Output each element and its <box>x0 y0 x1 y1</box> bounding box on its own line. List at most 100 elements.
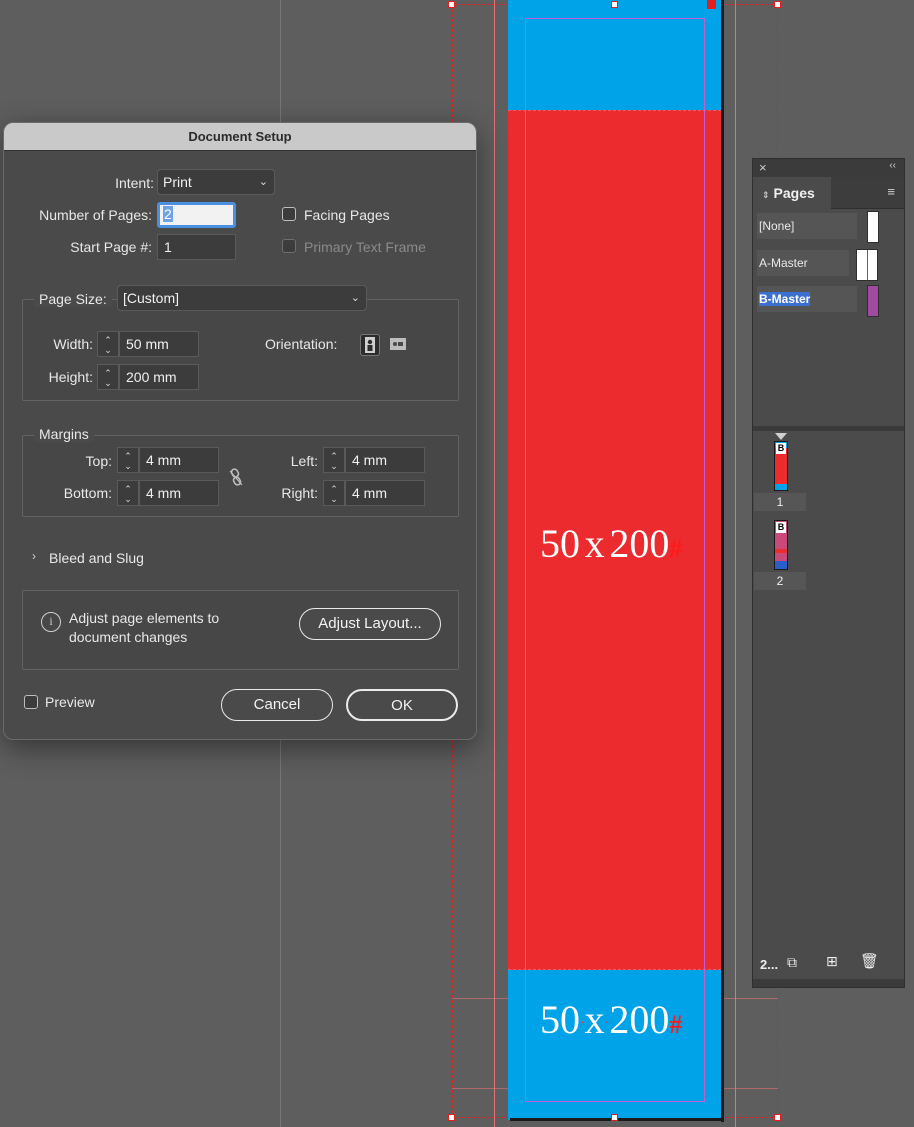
margin-bottom-field[interactable]: 4 mm <box>139 480 219 506</box>
margin-right-value: 4 mm <box>352 485 387 501</box>
text-number-50: 50 <box>540 997 580 1042</box>
portrait-orientation-icon[interactable] <box>360 334 380 356</box>
panel-divider[interactable] <box>753 426 904 431</box>
resize-handle-bl[interactable] <box>448 1114 455 1121</box>
dialog-title: Document Setup <box>4 123 476 151</box>
orientation-label: Orientation: <box>265 336 338 352</box>
adjust-layout-button[interactable]: Adjust Layout... <box>299 608 441 640</box>
bleed-guide-right <box>735 0 736 1127</box>
page-size-select[interactable]: [Custom] ⌄ <box>117 285 367 311</box>
margin-top-value: 4 mm <box>146 452 181 468</box>
resize-handle-tl[interactable] <box>448 1 455 8</box>
text-x: x <box>584 521 605 566</box>
width-stepper[interactable]: ⌃ ⌄ <box>97 331 119 357</box>
text-number-200: 200 <box>609 521 670 566</box>
num-pages-field[interactable]: 2 <box>157 202 236 228</box>
master-item-a[interactable]: A-Master <box>757 250 849 276</box>
resize-handle-tc[interactable] <box>611 1 618 8</box>
panel-tab-row: ⇕ Pages ≡ <box>753 177 904 210</box>
chain-link-icon[interactable] <box>228 467 244 492</box>
chevron-right-icon[interactable]: › <box>32 549 36 563</box>
intent-value: Print <box>163 174 192 190</box>
page-text-bottom[interactable]: 50·x·200# <box>540 996 682 1043</box>
margin-bottom-stepper[interactable]: ⌃ ⌄ <box>117 480 139 506</box>
panel-topbar: × ‹‹ <box>753 159 904 177</box>
preview-label: Preview <box>45 694 95 710</box>
height-value: 200 mm <box>126 369 177 385</box>
landscape-orientation-icon[interactable] <box>388 334 408 356</box>
collapse-icon[interactable]: ‹‹ <box>889 160 896 171</box>
end-of-story-marker: # <box>669 534 683 563</box>
master-item-b-label: B-Master <box>759 292 811 306</box>
new-page-icon[interactable]: ⊞ <box>826 953 838 970</box>
tab-pages[interactable]: ⇕ Pages <box>753 177 831 210</box>
margin-right-field[interactable]: 4 mm <box>345 480 425 506</box>
cancel-button[interactable]: Cancel <box>221 689 333 721</box>
page-shadow-right <box>721 0 724 1122</box>
page-size-label: Page Size: <box>34 291 112 307</box>
page-text-top[interactable]: 50·x·200# <box>540 520 682 567</box>
intent-label: Intent: <box>115 175 154 191</box>
end-of-story-marker: # <box>669 1010 683 1039</box>
intent-select[interactable]: Print ⌄ <box>157 169 275 195</box>
pages-panel: × ‹‹ ⇕ Pages ≡ [None] A-Master B-Master B… <box>752 158 905 988</box>
master-thumb-none[interactable] <box>867 211 879 243</box>
margin-right-label: Right: <box>281 485 318 501</box>
text-number-50: 50 <box>540 521 580 566</box>
num-pages-value: 2 <box>163 206 173 222</box>
margin-top-stepper[interactable]: ⌃ ⌄ <box>117 447 139 473</box>
adjust-text-line2: document changes <box>69 629 188 645</box>
start-page-label: Start Page #: <box>70 239 152 255</box>
text-x: x <box>584 997 605 1042</box>
margin-right-stepper[interactable]: ⌃ ⌄ <box>323 480 345 506</box>
info-icon: i <box>41 612 61 632</box>
page-thumb-1[interactable]: B <box>774 441 788 491</box>
adjust-text-line1: Adjust page elements to <box>69 610 220 626</box>
master-item-none[interactable]: [None] <box>757 213 857 239</box>
master-item-b[interactable]: B-Master <box>757 286 857 312</box>
current-page-indicator-icon <box>775 433 787 440</box>
preview-checkbox[interactable] <box>24 695 38 709</box>
trash-icon[interactable]: 🗑 <box>860 952 879 970</box>
margin-left-field[interactable]: 4 mm <box>345 447 425 473</box>
margin-left-stepper[interactable]: ⌃ ⌄ <box>323 447 345 473</box>
tab-pages-label: Pages <box>773 185 815 201</box>
page-number-2[interactable]: 2 <box>754 572 806 590</box>
start-page-value: 1 <box>164 239 172 255</box>
master-thumb-a[interactable] <box>856 249 878 281</box>
page-number-1[interactable]: 1 <box>754 493 806 511</box>
resize-handle-bc[interactable] <box>611 1114 618 1121</box>
panel-menu-icon[interactable]: ≡ <box>887 184 895 199</box>
facing-pages-label: Facing Pages <box>304 207 390 223</box>
sort-arrows-icon: ⇕ <box>762 190 770 200</box>
master-thumb-b[interactable] <box>867 285 879 317</box>
height-stepper[interactable]: ⌃ ⌄ <box>97 364 119 390</box>
num-pages-label: Number of Pages: <box>39 207 152 223</box>
margins-label: Margins <box>34 426 94 442</box>
page-thumb-2[interactable]: B <box>774 520 788 570</box>
width-label: Width: <box>53 336 93 352</box>
frame-anchor-handle[interactable] <box>707 0 716 9</box>
resize-handle-tr[interactable] <box>774 1 781 8</box>
page-2-master-prefix: B <box>776 522 786 533</box>
height-field[interactable]: 200 mm <box>119 364 199 390</box>
primary-text-frame-label: Primary Text Frame <box>304 239 426 255</box>
panel-footer: 2... ⧉ ⊞ 🗑 <box>753 949 904 979</box>
primary-text-frame-checkbox[interactable] <box>282 239 296 253</box>
height-label: Height: <box>48 369 93 385</box>
margin-top-field[interactable]: 4 mm <box>139 447 219 473</box>
ok-button[interactable]: OK <box>346 689 458 721</box>
width-field[interactable]: 50 mm <box>119 331 199 357</box>
margin-top-label: Top: <box>85 453 112 469</box>
bleed-slug-toggle[interactable]: Bleed and Slug <box>49 550 144 566</box>
page-1-master-prefix: B <box>776 443 786 454</box>
margin-bottom-value: 4 mm <box>146 485 181 501</box>
start-page-field[interactable]: 1 <box>157 234 236 260</box>
facing-pages-checkbox[interactable] <box>282 207 296 221</box>
close-icon[interactable]: × <box>759 160 767 175</box>
resize-handle-br[interactable] <box>774 1114 781 1121</box>
edit-page-size-icon[interactable]: ⧉ <box>787 954 797 971</box>
margin-bottom-label: Bottom: <box>63 485 112 501</box>
panel-resize-grip[interactable] <box>753 979 904 987</box>
page-count-label: 2... <box>760 957 779 972</box>
